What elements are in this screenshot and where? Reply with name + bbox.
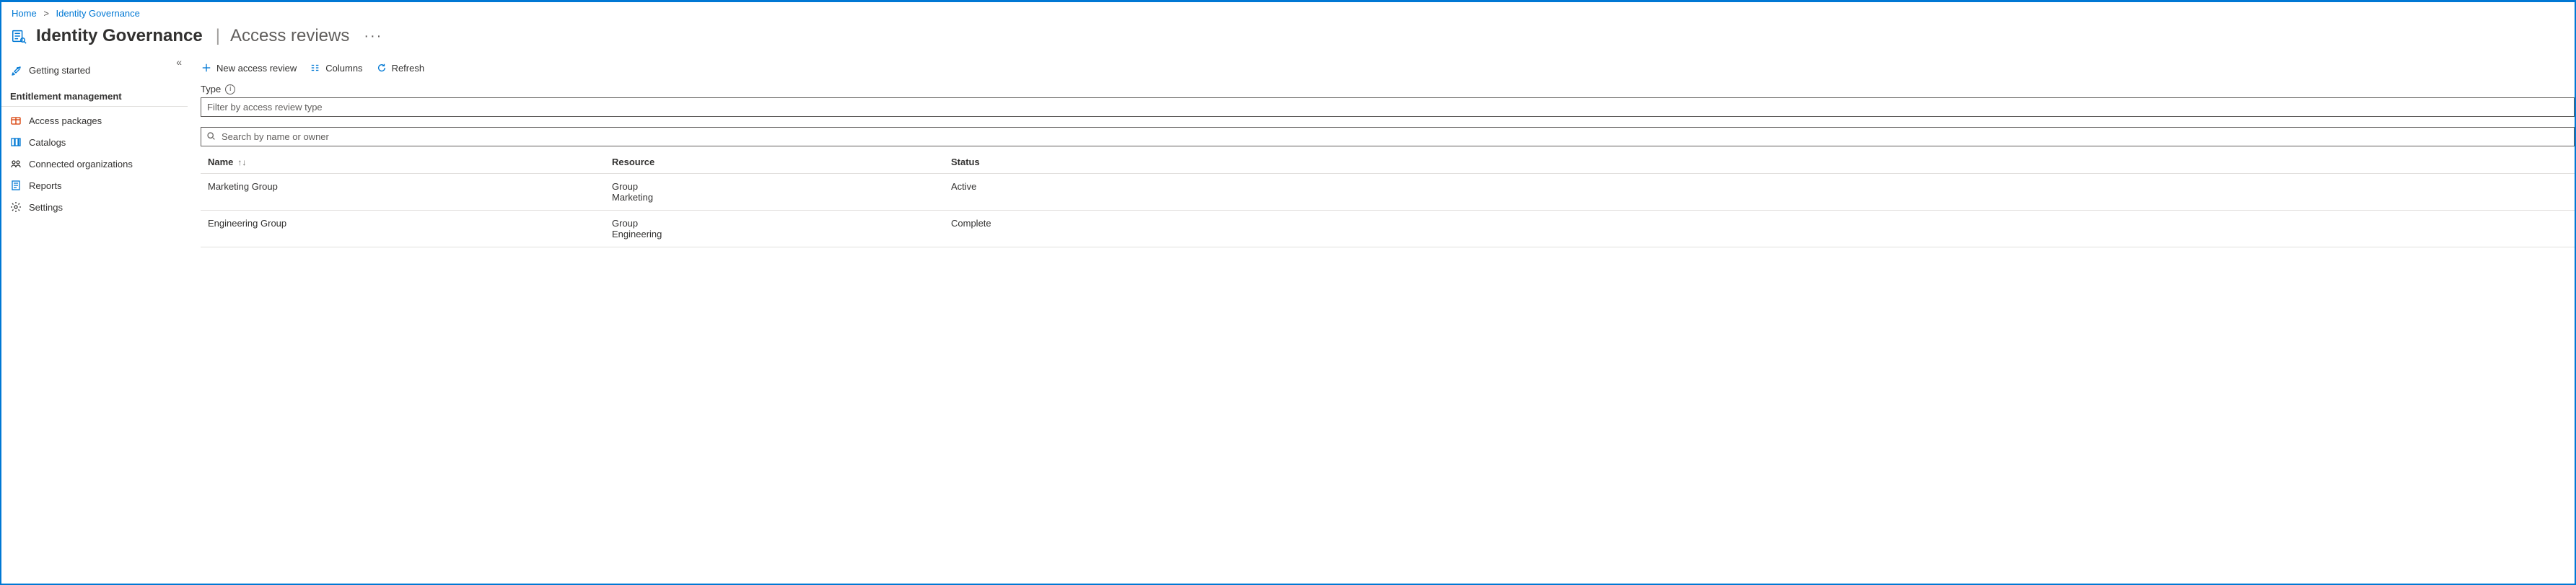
- identity-governance-icon: [10, 27, 27, 45]
- sidebar-section-entitlement: Entitlement management: [1, 81, 188, 107]
- search-icon: [206, 131, 216, 143]
- more-actions-button[interactable]: ···: [364, 28, 382, 45]
- sidebar-item-catalogs[interactable]: Catalogs: [1, 131, 188, 153]
- sidebar: « Getting started Entitlement management…: [1, 59, 188, 247]
- cell-name: Marketing Group: [208, 181, 612, 192]
- cell-resource: Group Engineering: [612, 218, 951, 239]
- sort-icon: ↑↓: [237, 157, 246, 167]
- column-header-name[interactable]: Name ↑↓: [208, 157, 612, 167]
- info-icon[interactable]: i: [225, 84, 235, 94]
- cell-status: Complete: [951, 218, 2567, 229]
- breadcrumb-identity-governance[interactable]: Identity Governance: [56, 8, 140, 19]
- cell-status: Active: [951, 181, 2567, 192]
- report-icon: [10, 180, 22, 191]
- access-reviews-table: Name ↑↓ Resource Status Marketing Group …: [201, 151, 2575, 247]
- sidebar-item-reports[interactable]: Reports: [1, 175, 188, 196]
- breadcrumb-separator: >: [43, 8, 49, 19]
- plus-icon: [201, 62, 212, 74]
- breadcrumb-home[interactable]: Home: [12, 8, 37, 19]
- sidebar-item-connected-organizations[interactable]: Connected organizations: [1, 153, 188, 175]
- table-row[interactable]: Engineering Group Group Engineering Comp…: [201, 211, 2575, 247]
- sidebar-item-label: Connected organizations: [29, 159, 133, 170]
- type-filter-input[interactable]: [201, 97, 2575, 117]
- sidebar-item-label: Access packages: [29, 115, 102, 126]
- cell-resource: Group Marketing: [612, 181, 951, 203]
- sidebar-item-label: Settings: [29, 202, 63, 213]
- refresh-button[interactable]: Refresh: [376, 62, 425, 74]
- new-access-review-button[interactable]: New access review: [201, 62, 297, 74]
- page-header: Identity Governance | Access reviews ···: [1, 22, 2575, 59]
- search-input[interactable]: [201, 127, 2575, 146]
- sidebar-item-access-packages[interactable]: Access packages: [1, 110, 188, 131]
- sidebar-item-label: Catalogs: [29, 137, 66, 148]
- page-title: Identity Governance: [36, 26, 203, 46]
- table-row[interactable]: Marketing Group Group Marketing Active: [201, 174, 2575, 211]
- page-subtitle: Access reviews: [230, 26, 349, 46]
- toolbar-label: Refresh: [392, 63, 425, 74]
- sidebar-item-getting-started[interactable]: Getting started: [1, 59, 188, 81]
- catalog-icon: [10, 136, 22, 148]
- breadcrumb: Home > Identity Governance: [1, 2, 2575, 22]
- toolbar-label: Columns: [325, 63, 362, 74]
- toolbar: New access review Columns Refresh: [201, 59, 2575, 84]
- title-divider: |: [216, 26, 220, 46]
- main-content: New access review Columns Refresh Type i: [188, 59, 2575, 247]
- sidebar-item-settings[interactable]: Settings: [1, 196, 188, 218]
- refresh-icon: [376, 62, 387, 74]
- gear-icon: [10, 201, 22, 213]
- column-header-status[interactable]: Status: [951, 157, 2567, 167]
- sidebar-item-label: Getting started: [29, 65, 90, 76]
- rocket-icon: [10, 64, 22, 76]
- collapse-sidebar-button[interactable]: «: [176, 56, 182, 68]
- toolbar-label: New access review: [216, 63, 297, 74]
- cell-name: Engineering Group: [208, 218, 612, 229]
- package-icon: [10, 115, 22, 126]
- type-filter-label: Type i: [201, 84, 2575, 94]
- column-header-resource[interactable]: Resource: [612, 157, 951, 167]
- table-header-row: Name ↑↓ Resource Status: [201, 151, 2575, 174]
- sidebar-item-label: Reports: [29, 180, 62, 191]
- columns-button[interactable]: Columns: [310, 62, 362, 74]
- columns-icon: [310, 62, 321, 74]
- people-icon: [10, 158, 22, 170]
